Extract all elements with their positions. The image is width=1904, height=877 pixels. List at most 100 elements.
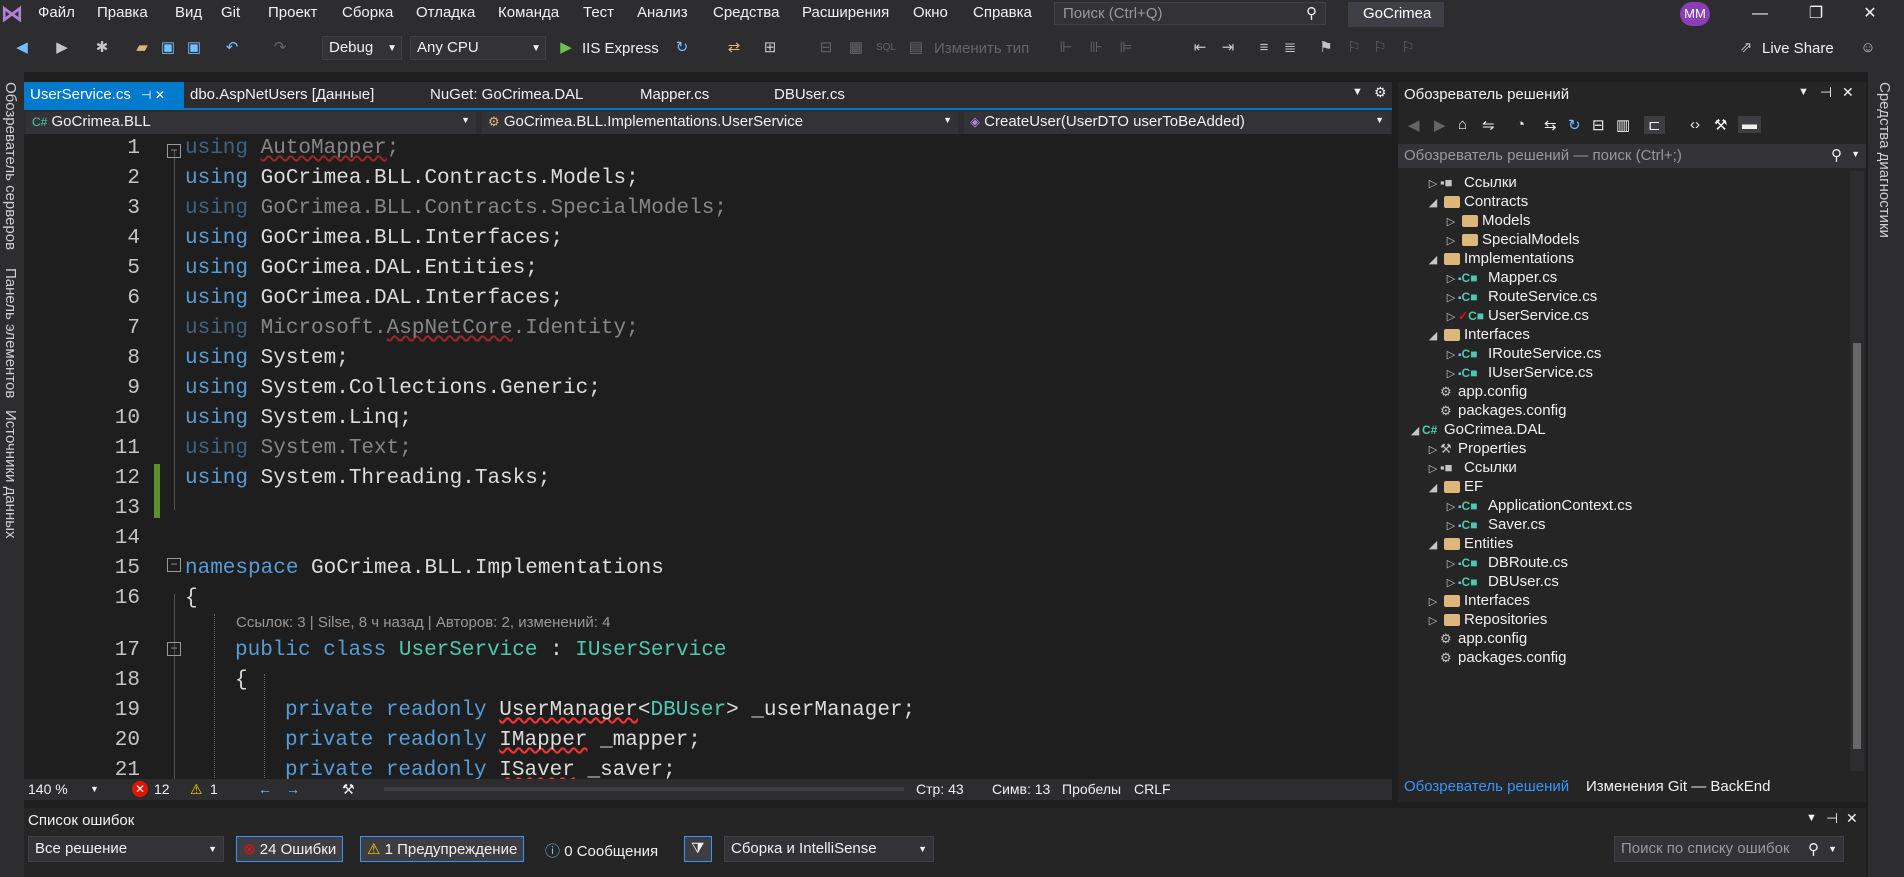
- publish-icon[interactable]: ⊞: [760, 38, 780, 58]
- tab-solution-explorer[interactable]: Обозреватель решений: [1404, 778, 1569, 795]
- expanded-arrow-icon[interactable]: ◢: [1408, 420, 1422, 443]
- expanded-arrow-icon[interactable]: ◢: [1426, 249, 1440, 272]
- sync-icon[interactable]: ⇆: [1544, 116, 1557, 134]
- show-all-files-icon[interactable]: ▥: [1616, 116, 1630, 134]
- save-all-icon[interactable]: ▣: [184, 38, 204, 58]
- brush-icon[interactable]: ⚒: [342, 781, 355, 798]
- quick-search-input[interactable]: Поиск (Ctrl+Q) ⚲: [1054, 2, 1326, 25]
- zoom-level[interactable]: 140 %: [28, 781, 68, 797]
- live-share-button[interactable]: Live Share: [1762, 40, 1834, 57]
- redo-icon[interactable]: ↷: [270, 38, 290, 58]
- tab-aspnetusers[interactable]: dbo.AspNetUsers [Данные]: [184, 82, 380, 108]
- tree-scrollbar[interactable]: [1850, 171, 1864, 771]
- codelens-info[interactable]: Ссылок: 3 | Silse, 8 ч назад | Авторов: …: [236, 614, 610, 631]
- undo-icon[interactable]: ↶: [222, 38, 242, 58]
- preview-icon[interactable]: ▬: [1738, 116, 1761, 133]
- pin-close-icon[interactable]: ⊣ ✕: [141, 88, 165, 102]
- line-ending-indicator[interactable]: CRLF: [1134, 781, 1171, 797]
- warnings-filter-button[interactable]: ⚠ 1 Предупреждение: [360, 836, 525, 862]
- run-target-button[interactable]: IIS Express: [582, 40, 659, 57]
- close-icon[interactable]: ✕: [1850, 2, 1890, 26]
- member-dropdown[interactable]: ◈ CreateUser(UserDTO userToBeAdded) ▼: [964, 112, 1390, 134]
- next-bookmark-icon[interactable]: ⚐: [1370, 38, 1390, 58]
- forward-icon[interactable]: ▶: [52, 38, 72, 58]
- avatar[interactable]: MM: [1680, 2, 1710, 26]
- menu-team[interactable]: Команда: [498, 4, 559, 21]
- open-folder-icon[interactable]: ▰: [132, 38, 152, 58]
- gear-icon[interactable]: ⚙: [1374, 84, 1387, 101]
- code-editor[interactable]: − − − 1 2 3 4 5 6 7 8 9 10 11 12 13 14 1…: [24, 134, 1392, 779]
- type-dropdown[interactable]: ⚙ GoCrimea.BLL.Implementations.UserServi…: [482, 112, 958, 134]
- pin-icon[interactable]: ⊣: [1826, 810, 1838, 827]
- tab-dbuser[interactable]: DBUser.cs: [768, 82, 851, 108]
- bookmark-icon[interactable]: ⚑: [1316, 38, 1336, 58]
- align-icon[interactable]: ⊩: [1056, 38, 1076, 58]
- server-explorer-tab[interactable]: Обозреватель серверов: [2, 82, 19, 250]
- data-sources-tab[interactable]: Источники данных: [2, 410, 19, 539]
- next-issue-icon[interactable]: →: [286, 781, 300, 797]
- code-view-icon[interactable]: ‹›: [1690, 116, 1700, 133]
- menu-file[interactable]: Файл: [38, 4, 75, 21]
- tab-nuget[interactable]: NuGet: GoCrimea.DAL: [424, 82, 589, 108]
- change-type-button[interactable]: Изменить тип: [934, 40, 1029, 57]
- restore-icon[interactable]: ❐: [1796, 2, 1836, 26]
- back-icon[interactable]: ◀: [1408, 116, 1420, 134]
- distribute-icon[interactable]: ⊫: [1116, 38, 1136, 58]
- save-icon[interactable]: ▣: [158, 38, 178, 58]
- table-icon[interactable]: ▤: [906, 38, 926, 58]
- tab-mapper[interactable]: Mapper.cs: [634, 82, 715, 108]
- expanded-arrow-icon[interactable]: ◢: [1426, 325, 1440, 348]
- indent-icon[interactable]: ⇥: [1218, 38, 1238, 58]
- grid-icon[interactable]: ▦: [846, 38, 866, 58]
- menu-tools[interactable]: Средства: [713, 4, 779, 21]
- pin-icon[interactable]: ⊣: [1820, 84, 1832, 101]
- live-share-icon[interactable]: ⇗: [1736, 38, 1756, 58]
- collapse-toggle-icon[interactable]: −: [167, 558, 181, 572]
- pending-changes-icon[interactable]: ⊏: [1644, 116, 1665, 134]
- expanded-arrow-icon[interactable]: ◢: [1426, 192, 1440, 215]
- feedback-icon[interactable]: ☺: [1858, 38, 1878, 58]
- messages-filter-button[interactable]: ⓘ 0 Сообщения: [538, 836, 665, 862]
- menu-test[interactable]: Тест: [583, 4, 614, 21]
- tab-userservice[interactable]: UserService.cs ⊣ ✕: [24, 82, 184, 108]
- solution-search-input[interactable]: Обозреватель решений — поиск (Ctrl+;) ⚲ …: [1398, 144, 1866, 168]
- filter-build-icon[interactable]: ⧩: [684, 836, 712, 862]
- refresh-icon[interactable]: ↻: [1568, 116, 1581, 134]
- prev-issue-icon[interactable]: ←: [258, 781, 272, 797]
- expanded-arrow-icon[interactable]: ◢: [1426, 534, 1440, 557]
- tree-item[interactable]: ⚙ packages.config: [1426, 646, 1566, 669]
- scrollbar-thumb[interactable]: [1853, 343, 1861, 749]
- menu-edit[interactable]: Правка: [97, 4, 148, 21]
- menu-build[interactable]: Сборка: [342, 4, 393, 21]
- toolbox-tab[interactable]: Панель элементов: [2, 268, 19, 398]
- close-icon[interactable]: ✕: [1842, 84, 1854, 101]
- back-icon[interactable]: ◀: [12, 38, 32, 58]
- scope-select[interactable]: Все решение ▼: [28, 836, 224, 862]
- whitespace-indicator[interactable]: Пробелы: [1062, 781, 1121, 797]
- collapse-toggle-icon[interactable]: −: [167, 642, 181, 656]
- platform-select[interactable]: Any CPU ▼: [410, 36, 546, 60]
- menu-help[interactable]: Справка: [973, 4, 1032, 21]
- expanded-arrow-icon[interactable]: ◢: [1426, 477, 1440, 500]
- comment-icon[interactable]: ≡: [1254, 38, 1274, 58]
- refresh-icon[interactable]: ↻: [672, 38, 692, 58]
- align-center-icon[interactable]: ⊪: [1086, 38, 1106, 58]
- forward-icon[interactable]: ▶: [1434, 116, 1446, 134]
- new-project-icon[interactable]: ✱: [92, 38, 112, 58]
- collapse-all-icon[interactable]: ⊟: [1592, 116, 1605, 134]
- prev-bookmark-icon[interactable]: ⚐: [1344, 38, 1364, 58]
- chevron-down-icon[interactable]: ▼: [1806, 812, 1817, 824]
- warning-count[interactable]: 1: [210, 781, 218, 797]
- uncomment-icon[interactable]: ≣: [1280, 38, 1300, 58]
- menu-view[interactable]: Вид: [175, 4, 202, 21]
- switch-views-icon[interactable]: ⇋: [1482, 116, 1495, 134]
- properties-icon[interactable]: ⚒: [1714, 116, 1727, 134]
- tab-list-dropdown-icon[interactable]: ▼: [1352, 86, 1363, 98]
- errors-filter-button[interactable]: ⊗ 24 Ошибки: [236, 836, 344, 862]
- menu-project[interactable]: Проект: [268, 4, 317, 21]
- collapse-toggle-icon[interactable]: −: [167, 144, 181, 158]
- config-select[interactable]: Debug ▼: [322, 36, 402, 60]
- outdent-icon[interactable]: ⇤: [1190, 38, 1210, 58]
- tab-git-changes[interactable]: Изменения Git — BackEnd: [1586, 778, 1770, 795]
- horizontal-scrollbar[interactable]: [384, 787, 904, 791]
